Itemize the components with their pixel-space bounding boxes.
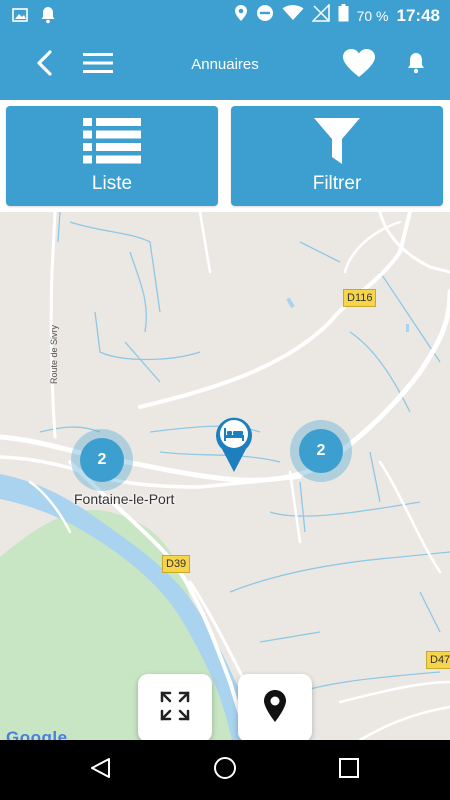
- road-label-d39: D39: [162, 555, 191, 573]
- road-label-d47: D47: [426, 651, 450, 669]
- no-signal-icon: [310, 3, 330, 27]
- location-pin-icon: [263, 689, 287, 728]
- nav-home-button[interactable]: [195, 740, 255, 800]
- bell-icon: [406, 52, 426, 79]
- notification-bell-icon: [40, 6, 56, 29]
- system-nav-bar: [0, 740, 450, 800]
- map-view[interactable]: D116 D39 D47 Route de Sivry Fontaine-le-…: [0, 212, 450, 740]
- hotel-bed-icon: [214, 417, 254, 477]
- nav-home-icon: [213, 756, 237, 785]
- status-bar: 70 % 17:48: [0, 0, 450, 30]
- nav-recent-icon: [339, 757, 359, 783]
- status-time: 17:48: [396, 5, 440, 25]
- road-label-d116: D116: [343, 289, 377, 307]
- image-icon: [12, 7, 28, 28]
- list-icon: [83, 118, 141, 169]
- nav-recent-button[interactable]: [319, 740, 379, 800]
- google-attribution: Google: [6, 728, 68, 740]
- filtrer-label: Filtrer: [312, 173, 362, 194]
- filter-icon: [314, 118, 360, 171]
- wifi-icon: [282, 5, 304, 26]
- location-icon: [234, 4, 248, 27]
- battery-icon: [338, 4, 349, 27]
- favorites-button[interactable]: [336, 30, 382, 100]
- map-cluster[interactable]: 2: [71, 429, 133, 491]
- filtrer-button[interactable]: Filtrer: [231, 106, 443, 206]
- do-not-disturb-icon: [256, 4, 274, 27]
- cluster-count: 2: [299, 429, 343, 473]
- expand-icon: [160, 691, 190, 726]
- nav-back-button[interactable]: [70, 740, 130, 800]
- notifications-button[interactable]: [396, 30, 436, 100]
- hotel-map-marker[interactable]: [214, 415, 254, 478]
- battery-percent: 70 %: [356, 7, 389, 24]
- liste-label: Liste: [91, 173, 133, 194]
- view-toggle-bar: Liste Filtrer: [0, 100, 450, 212]
- place-label: Fontaine-le-Port: [74, 491, 175, 507]
- map-cluster[interactable]: 2: [290, 420, 352, 482]
- locate-me-button[interactable]: [238, 674, 312, 740]
- nav-back-icon: [89, 757, 111, 784]
- route-de-sivry-label: Route de Sivry: [49, 324, 59, 384]
- liste-button[interactable]: Liste: [6, 106, 218, 206]
- fullscreen-button[interactable]: [138, 674, 212, 740]
- heart-icon: [342, 48, 376, 83]
- cluster-count: 2: [80, 438, 124, 482]
- page-title: Annuaires: [191, 56, 259, 73]
- app-bar: Annuaires: [0, 30, 450, 100]
